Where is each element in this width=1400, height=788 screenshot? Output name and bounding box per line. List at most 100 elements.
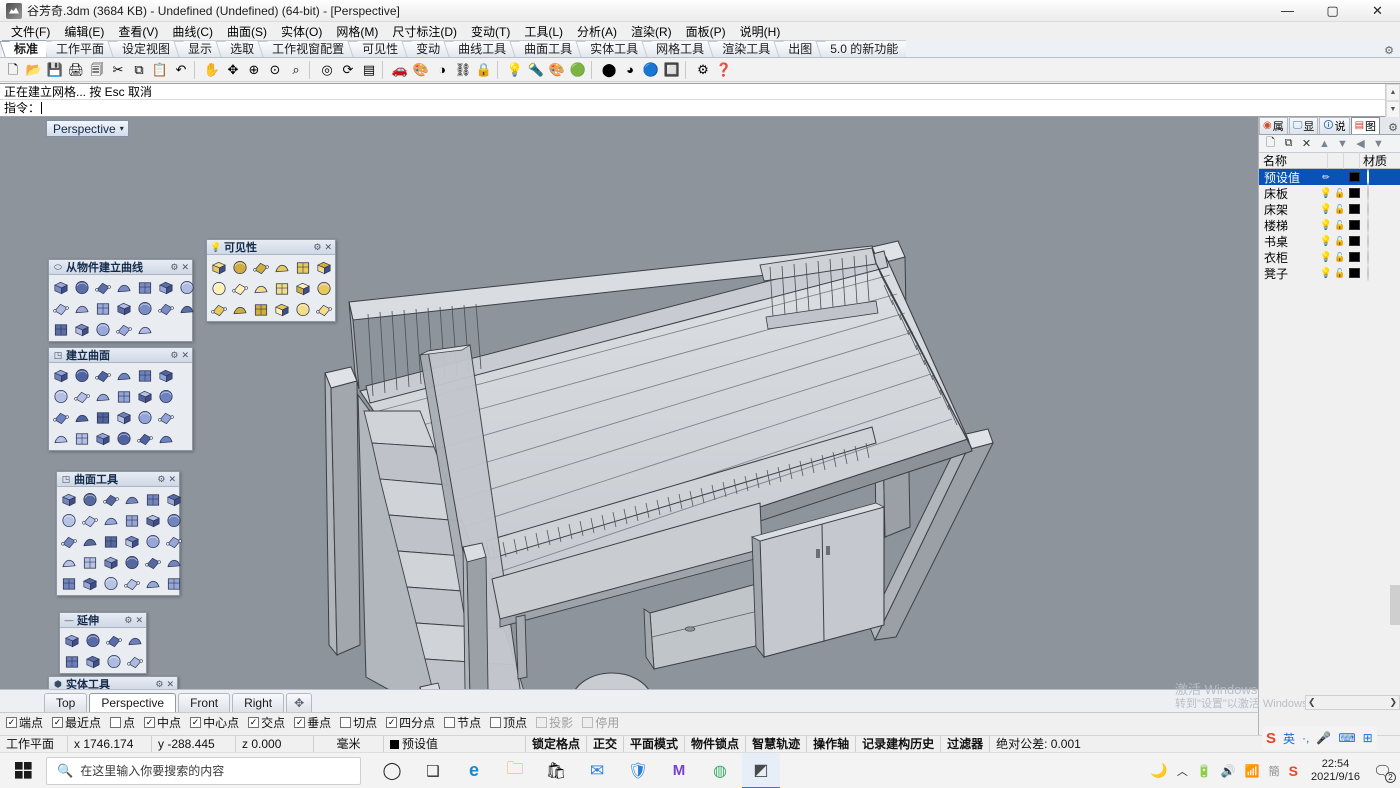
layer-material-swatch[interactable] xyxy=(1361,170,1369,184)
srf-network-icon[interactable] xyxy=(114,428,134,448)
layer-row[interactable]: 预设值✏ xyxy=(1259,169,1400,185)
toolbar-header[interactable]: ⬢ 实体工具 ⚙ ✕ xyxy=(49,677,177,689)
more-icon[interactable] xyxy=(164,573,184,593)
security-icon[interactable]: 🛡 xyxy=(619,753,657,788)
lock-icon[interactable]: 🔓 xyxy=(1333,204,1347,215)
box-edges-icon[interactable] xyxy=(135,277,155,297)
osnap-checkbox[interactable] xyxy=(110,717,121,728)
person-1-icon[interactable] xyxy=(122,531,142,551)
srf-trim-plane-icon[interactable] xyxy=(135,428,155,448)
sphere-blue-icon[interactable]: 🔵 xyxy=(641,60,661,80)
status-toggle-0[interactable]: 锁定格点 xyxy=(526,736,587,753)
extend-curve-2-icon[interactable] xyxy=(83,651,103,671)
panel-tab-layers[interactable]: ▤图 xyxy=(1351,117,1380,134)
delete-layer-icon[interactable] xyxy=(230,299,250,319)
person-3-icon[interactable] xyxy=(101,552,121,572)
cylinder-srf-icon[interactable] xyxy=(80,573,100,593)
mail-icon[interactable]: ✉ xyxy=(578,753,616,788)
status-toggle-6[interactable]: 记录建构历史 xyxy=(856,736,941,753)
point-cloud-icon[interactable] xyxy=(72,319,92,339)
osnap-checkbox[interactable]: ✓ xyxy=(248,717,259,728)
lock-icon[interactable]: 🔓 xyxy=(1333,220,1347,231)
view-tab-front[interactable]: Front xyxy=(178,693,230,712)
show-selected-icon[interactable] xyxy=(251,257,271,277)
fit-srf-icon[interactable] xyxy=(164,531,184,551)
srf-fillet-icon[interactable] xyxy=(51,428,71,448)
move-icon[interactable]: ✥ xyxy=(223,60,243,80)
osnap-2[interactable]: 点 xyxy=(110,714,135,731)
microsoft-store-icon[interactable]: 🛍 xyxy=(537,753,575,788)
osnap-checkbox[interactable]: ✓ xyxy=(190,717,201,728)
toolbar-curve-from-object[interactable]: ⬭ 从物件建立曲线 ⚙ ✕ xyxy=(48,259,193,342)
toolbar-visibility[interactable]: 💡 可见性 ⚙ ✕ xyxy=(206,239,336,322)
delete-layer-icon[interactable]: ✕ xyxy=(1298,136,1315,152)
osnap-checkbox[interactable] xyxy=(340,717,351,728)
status-toggle-4[interactable]: 智慧轨迹 xyxy=(746,736,807,753)
srf-control-point-icon[interactable] xyxy=(51,365,71,385)
srf-mesh-grid-icon[interactable] xyxy=(156,428,176,448)
srf-extrude-curve-icon[interactable] xyxy=(114,386,134,406)
bulb2-icon[interactable] xyxy=(272,299,292,319)
record-history-icon[interactable]: 🔲 xyxy=(662,60,682,80)
task-view-icon[interactable]: ❑ xyxy=(414,753,452,788)
show-icon[interactable] xyxy=(230,257,250,277)
lock-icon[interactable]: 🔒 xyxy=(474,60,494,80)
layout-icon[interactable]: ▤ xyxy=(359,60,379,80)
osnap-12[interactable]: 停用 xyxy=(582,714,619,731)
status-toggle-7[interactable]: 过滤器 xyxy=(941,736,990,753)
gear-icon[interactable]: ⚙ xyxy=(1384,44,1394,57)
toolbar-header[interactable]: ◳ 建立曲面 ⚙ ✕ xyxy=(49,348,192,363)
view-tab-right[interactable]: Right xyxy=(232,693,284,712)
merge-srf-icon[interactable] xyxy=(143,489,163,509)
toolbar-tab-5[interactable]: 工作视窗配置 xyxy=(260,40,352,57)
close-icon[interactable]: ✕ xyxy=(168,474,176,485)
extend-srf-icon[interactable] xyxy=(80,489,100,509)
toolbar-tab-9[interactable]: 曲面工具 xyxy=(512,40,580,57)
gear-icon[interactable]: ⚙ xyxy=(155,679,163,690)
menu-item-6[interactable]: 网格(M) xyxy=(329,22,385,41)
ime-keyboard-icon[interactable]: ⌨ xyxy=(1338,731,1355,745)
close-icon[interactable]: ✕ xyxy=(181,262,189,273)
status-toggle-1[interactable]: 正交 xyxy=(587,736,624,753)
toolbar-tab-13[interactable]: 出图 xyxy=(776,40,820,57)
osnap-6[interactable]: ✓垂点 xyxy=(294,714,331,731)
zoom-in-icon[interactable]: ⊕ xyxy=(244,60,264,80)
srf-loft-icon[interactable] xyxy=(51,407,71,427)
car-icon[interactable]: 🚗 xyxy=(390,60,410,80)
srf-offset-icon[interactable] xyxy=(93,428,113,448)
mindmaster-icon[interactable]: M xyxy=(660,753,698,788)
osnap-4[interactable]: ✓中心点 xyxy=(190,714,239,731)
battery-icon[interactable]: 🔋 xyxy=(1197,764,1212,778)
srf-sphere-icon[interactable] xyxy=(72,365,92,385)
ime-mic-icon[interactable]: 🎤 xyxy=(1316,731,1331,745)
smash-srf-icon[interactable] xyxy=(143,573,163,593)
silhouette-icon[interactable] xyxy=(51,298,71,318)
layer-color-swatch[interactable] xyxy=(1347,172,1361,182)
lock-selected-icon[interactable] xyxy=(251,278,271,298)
blend-srf-icon[interactable] xyxy=(80,510,100,530)
layer-row[interactable]: 楼梯💡🔓 xyxy=(1259,217,1400,233)
srf-plane-3pt-icon[interactable] xyxy=(51,386,71,406)
panel-tab-help[interactable]: 🛈说 xyxy=(1319,117,1349,134)
osnap-3[interactable]: ✓中点 xyxy=(144,714,181,731)
gear-icon[interactable]: ⚙ xyxy=(170,262,178,273)
offset-srf-icon[interactable] xyxy=(59,489,79,509)
close-icon[interactable]: ✕ xyxy=(135,615,143,626)
layer-row[interactable]: 书桌💡🔓 xyxy=(1259,233,1400,249)
mesh-outline-icon[interactable] xyxy=(156,298,176,318)
gear-icon[interactable]: ⚙ xyxy=(157,474,165,485)
close-icon[interactable]: ✕ xyxy=(324,242,332,253)
volume-icon[interactable]: 🔊 xyxy=(1221,764,1236,778)
move-down-icon[interactable]: ▼ xyxy=(1334,136,1351,152)
osnap-7[interactable]: 切点 xyxy=(340,714,377,731)
join-srf-icon[interactable] xyxy=(164,489,184,509)
layer-color-swatch[interactable] xyxy=(1347,268,1361,278)
layer-row[interactable]: 凳子💡🔓 xyxy=(1259,265,1400,281)
visibility-bulb-icon[interactable]: 💡 xyxy=(1319,188,1333,199)
layer-material-swatch[interactable] xyxy=(1361,234,1369,248)
render-icon[interactable]: 🎨 xyxy=(411,60,431,80)
copy-icon[interactable]: ⧉ xyxy=(129,60,149,80)
srf-plane-vertical-icon[interactable] xyxy=(72,386,92,406)
taskbar-clock[interactable]: 22:54 2021/9/16 xyxy=(1307,758,1364,784)
layer-row[interactable]: 衣柜💡🔓 xyxy=(1259,249,1400,265)
